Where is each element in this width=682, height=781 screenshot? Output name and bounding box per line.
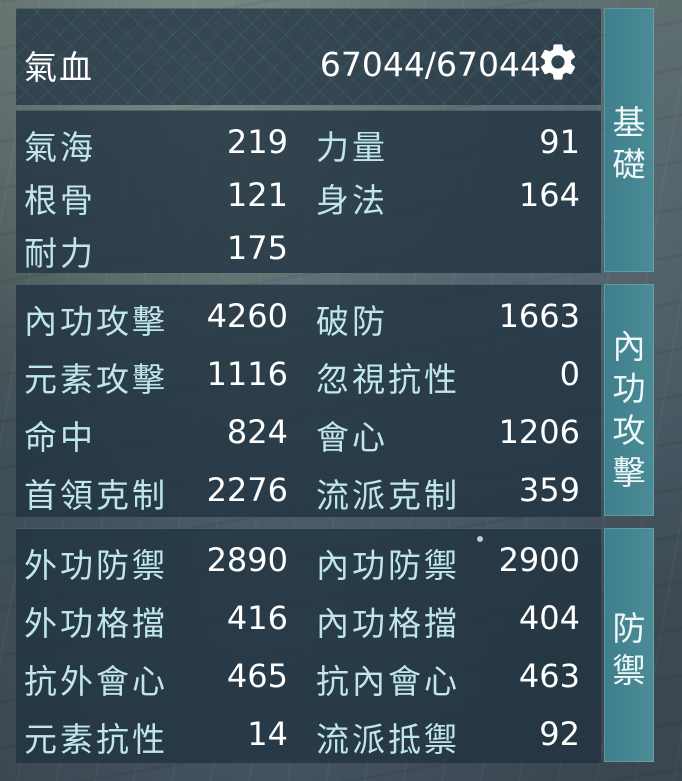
stat-value: 1206 [498,413,580,451]
stat-value: 359 [518,471,580,509]
stat-value: 92 [539,715,580,753]
stat-value: 175 [226,229,288,267]
defense-stats-panel: 外功防禦 2890 內功防禦 2900 外功格擋 416 內功格擋 404 抗外… [16,528,601,763]
tab-defense[interactable]: 防 禦 [604,528,654,762]
tab-attack-char: 功 [612,369,646,408]
hp-value: 67044/67044 [319,45,541,84]
stat-value: 14 [247,715,288,753]
stat-value: 91 [539,123,580,161]
stat-value: 465 [226,657,288,695]
gear-icon[interactable] [536,40,580,84]
stat-label: 內功攻擊 [24,302,168,341]
stat-label: 流派抵禦 [316,720,460,759]
tab-attack-char: 內 [612,327,646,366]
basic-stats-panel: 氣海 219 力量 91 根骨 121 身法 164 耐力 175 [16,110,601,273]
stat-label: 力量 [316,128,388,167]
hp-panel: 氣血 67044/67044 [16,8,601,105]
hp-label: 氣血 [24,48,94,87]
stat-label: 抗外會心 [24,662,168,701]
stat-label: 破防 [316,302,388,341]
stat-label: 內功格擋 [316,604,460,643]
stat-value: 1663 [498,297,580,335]
stat-value: 219 [226,123,288,161]
stat-value: 1116 [206,355,288,393]
tab-defense-char: 防 [612,609,646,648]
stat-label: 抗內會心 [316,662,460,701]
stat-value: 164 [518,176,580,214]
tab-attack-char: 擊 [612,453,646,492]
tab-internal-attack[interactable]: 內 功 攻 擊 [604,284,654,516]
tab-defense-char: 禦 [612,651,646,690]
tab-basic[interactable]: 基 礎 [604,8,654,272]
stat-value: 4260 [206,297,288,335]
stat-value: 2900 [498,541,580,579]
stat-label: 元素攻擊 [24,360,168,399]
stat-label: 氣海 [24,128,96,167]
stat-label: 命中 [24,418,96,457]
indicator-dot [477,536,483,542]
tab-basic-char: 礎 [612,145,646,184]
attack-stats-panel: 內功攻擊 4260 破防 1663 元素攻擊 1116 忽視抗性 0 命中 82… [16,284,601,517]
stat-label: 首領克制 [24,476,168,515]
tab-basic-char: 基 [612,103,646,142]
stat-label: 外功格擋 [24,604,168,643]
stat-label: 會心 [316,418,388,457]
tab-attack-char: 攻 [612,411,646,450]
stat-label: 忽視抗性 [316,360,460,399]
stat-label: 身法 [316,181,388,220]
stat-label: 流派克制 [316,476,460,515]
stat-label: 耐力 [24,234,96,273]
stat-value: 463 [518,657,580,695]
stat-value: 404 [518,599,580,637]
stat-value: 0 [559,355,580,393]
stat-value: 824 [226,413,288,451]
stat-value: 416 [226,599,288,637]
stat-value: 121 [226,176,288,214]
stat-value: 2276 [206,471,288,509]
stat-label: 內功防禦 [316,546,460,585]
stat-label: 外功防禦 [24,546,168,585]
stat-label: 元素抗性 [24,720,168,759]
stat-value: 2890 [206,541,288,579]
stat-label: 根骨 [24,181,96,220]
